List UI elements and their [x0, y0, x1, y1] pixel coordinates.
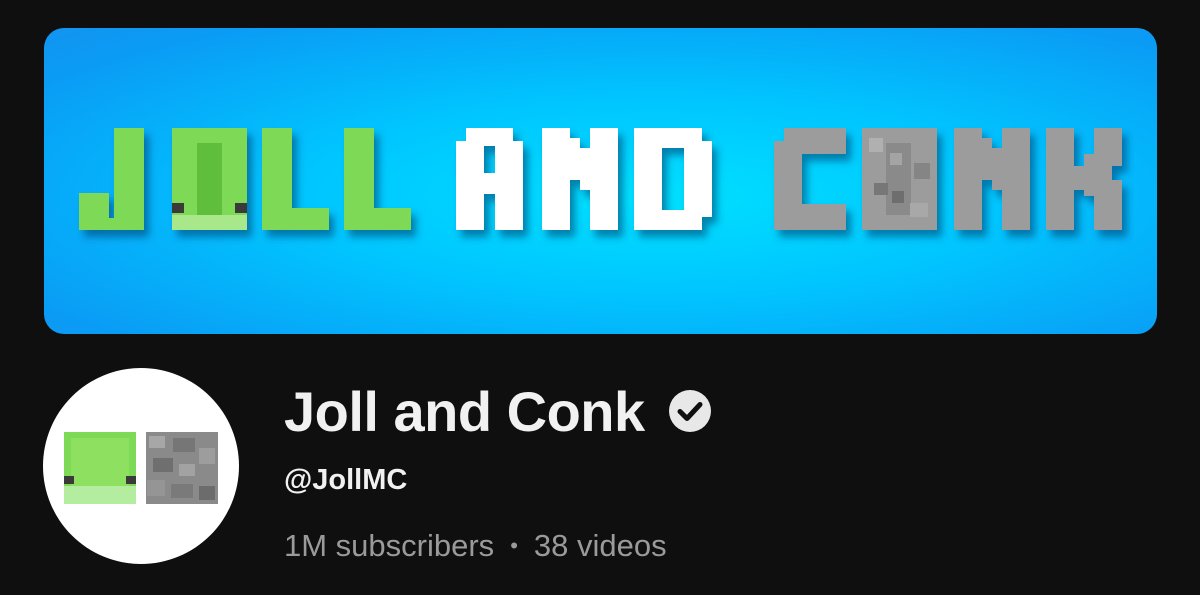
- stone-block-icon: [146, 432, 218, 504]
- channel-name-row: Joll and Conk: [284, 376, 713, 446]
- banner-title-logo: [79, 128, 1122, 230]
- channel-info: Joll and Conk @JollMC 1M subscribers • 3…: [284, 376, 713, 566]
- verified-check-icon: [667, 388, 713, 434]
- banner-word-joll: [79, 128, 411, 230]
- channel-name: Joll and Conk: [284, 379, 645, 443]
- video-count[interactable]: 38 videos: [534, 526, 667, 566]
- subscriber-count: 1M subscribers: [284, 528, 495, 563]
- channel-handle: @JollMC: [284, 464, 408, 496]
- banner-word-and: [456, 128, 712, 230]
- channel-stats: 1M subscribers • 38 videos: [284, 526, 713, 566]
- stats-separator: •: [510, 533, 518, 558]
- channel-banner[interactable]: [44, 28, 1157, 334]
- green-block-face-icon: [64, 432, 136, 504]
- channel-avatar[interactable]: [43, 368, 239, 564]
- banner-word-conk: [774, 128, 1122, 230]
